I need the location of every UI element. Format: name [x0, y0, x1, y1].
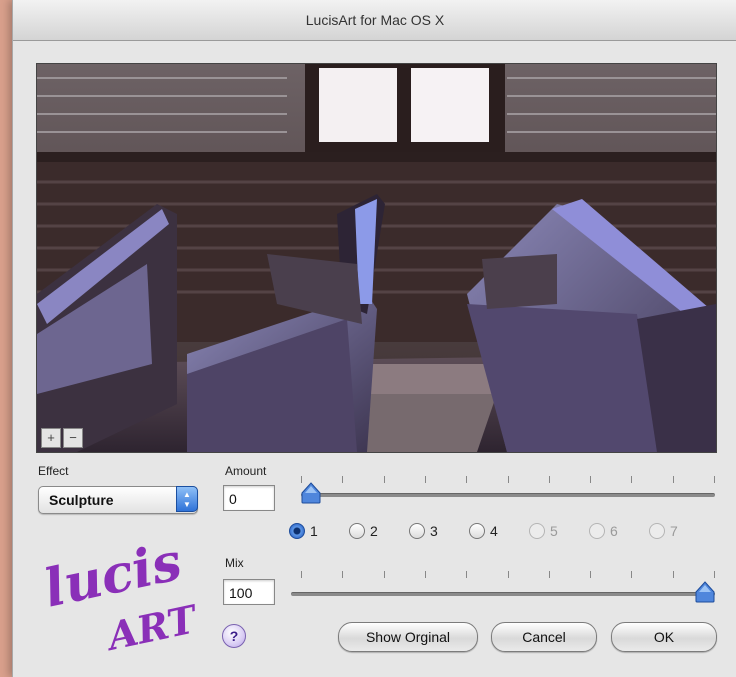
radio-dot-icon — [289, 523, 305, 539]
slider-tick — [590, 571, 591, 578]
lucis-art-logo: lucis ART — [39, 531, 203, 655]
radio-dot-icon — [529, 523, 545, 539]
effect-label: Effect — [38, 464, 69, 478]
image-preview[interactable]: + − — [36, 63, 717, 453]
help-button[interactable]: ? — [222, 624, 246, 648]
level-radio-6[interactable]: 6 — [589, 519, 618, 543]
mix-ticks — [301, 571, 715, 581]
amount-field[interactable]: 0 — [223, 485, 275, 511]
radio-label: 2 — [370, 523, 378, 539]
slider-tick — [508, 476, 509, 483]
mix-slider-thumb[interactable] — [695, 581, 715, 603]
slider-tick — [342, 476, 343, 483]
mix-slider-track[interactable] — [291, 592, 715, 596]
radio-label: 4 — [490, 523, 498, 539]
radio-label: 5 — [550, 523, 558, 539]
radio-dot-icon — [409, 523, 425, 539]
radio-dot-icon — [349, 523, 365, 539]
level-radio-3[interactable]: 3 — [409, 519, 438, 543]
slider-tick — [508, 571, 509, 578]
radio-dot-icon — [469, 523, 485, 539]
slider-tick — [714, 476, 715, 483]
slider-tick — [342, 571, 343, 578]
amount-slider-track[interactable] — [301, 493, 715, 497]
zoom-out-button[interactable]: − — [63, 428, 83, 448]
radio-dot-icon — [649, 523, 665, 539]
level-radio-4[interactable]: 4 — [469, 519, 498, 543]
radio-label: 7 — [670, 523, 678, 539]
slider-tick — [549, 571, 550, 578]
slider-tick — [466, 476, 467, 483]
slider-tick — [631, 571, 632, 578]
slider-tick — [384, 571, 385, 578]
slider-tick — [714, 571, 715, 578]
level-radio-7[interactable]: 7 — [649, 519, 678, 543]
slider-tick — [425, 571, 426, 578]
radio-dot-icon — [589, 523, 605, 539]
amount-ticks — [301, 476, 715, 486]
slider-tick — [631, 476, 632, 483]
level-radio-group: 1 2 3 4 5 6 7 — [289, 519, 719, 543]
level-radio-2[interactable]: 2 — [349, 519, 378, 543]
slider-tick — [384, 476, 385, 483]
mix-field[interactable]: 100 — [223, 579, 275, 605]
slider-tick — [590, 476, 591, 483]
radio-label: 1 — [310, 523, 318, 539]
mix-label: Mix — [225, 556, 244, 570]
radio-label: 6 — [610, 523, 618, 539]
slider-tick — [466, 571, 467, 578]
slider-tick — [301, 571, 302, 578]
effect-selected-value: Sculpture — [49, 492, 114, 508]
ok-button[interactable]: OK — [611, 622, 717, 652]
church-pews-image — [37, 64, 716, 452]
level-radio-1[interactable]: 1 — [289, 519, 318, 543]
level-radio-5[interactable]: 5 — [529, 519, 558, 543]
show-original-button[interactable]: Show Orginal — [338, 622, 478, 652]
cancel-button[interactable]: Cancel — [491, 622, 597, 652]
amount-label: Amount — [225, 464, 267, 478]
slider-tick — [673, 571, 674, 578]
zoom-in-button[interactable]: + — [41, 428, 61, 448]
dialog-window: LucisArt for Mac OS X + − Effect Sculptu… — [12, 0, 736, 677]
radio-label: 3 — [430, 523, 438, 539]
popup-arrows-icon: ▲ ▼ — [176, 486, 198, 512]
slider-tick — [673, 476, 674, 483]
slider-tick — [549, 476, 550, 483]
effect-popup[interactable]: Sculpture ▲ ▼ — [38, 486, 198, 514]
amount-slider-thumb[interactable] — [301, 482, 321, 504]
window-title: LucisArt for Mac OS X — [13, 0, 736, 41]
slider-tick — [425, 476, 426, 483]
